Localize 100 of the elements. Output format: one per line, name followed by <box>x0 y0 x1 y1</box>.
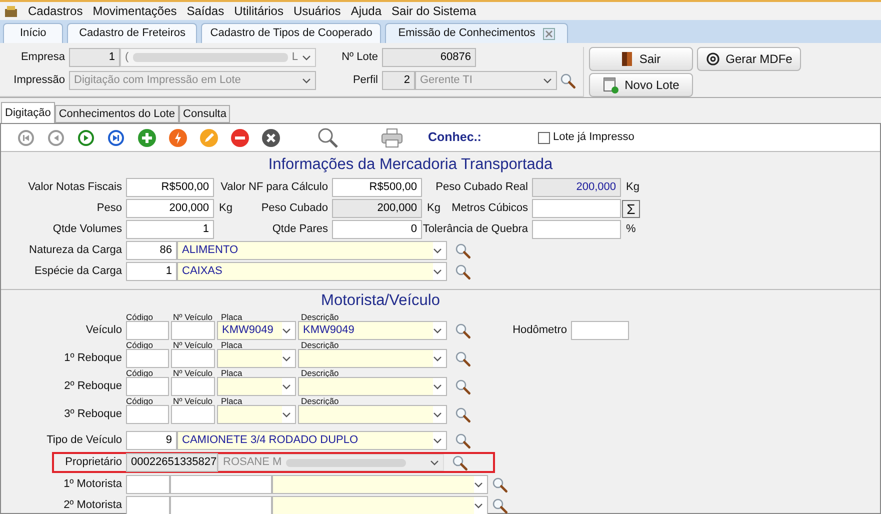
next-record-icon[interactable] <box>78 130 94 146</box>
close-icon[interactable] <box>260 128 280 148</box>
tab[interactable]: Conhecimentos do Lote <box>54 105 180 123</box>
search-icon[interactable] <box>560 72 576 88</box>
search-icon[interactable] <box>455 264 471 280</box>
tab[interactable]: Cadastro de Tipos de Cooperado <box>201 23 382 43</box>
dropdown-field[interactable]: ALIMENTO <box>177 241 447 260</box>
field-label: 3º Reboque <box>64 407 122 422</box>
tab[interactable]: Digitação <box>1 102 55 123</box>
record-label: Conhec.: <box>428 129 482 146</box>
input-field[interactable] <box>126 349 169 368</box>
sum-button[interactable]: Σ <box>622 200 640 218</box>
tab[interactable]: Início <box>3 23 64 43</box>
input-field[interactable] <box>126 405 169 424</box>
input-field[interactable]: 9 <box>126 431 177 450</box>
search-icon[interactable] <box>492 476 508 492</box>
input-field[interactable] <box>126 321 169 340</box>
checkbox[interactable] <box>538 132 550 144</box>
search-icon[interactable] <box>455 322 471 338</box>
input-field[interactable]: 86 <box>126 241 177 260</box>
search-icon[interactable] <box>455 378 471 394</box>
input-field[interactable]: 1 <box>126 220 214 239</box>
close-icon[interactable] <box>543 28 556 40</box>
chevron-icon <box>433 438 442 444</box>
toolbar-button[interactable]: Gerar MDFe <box>697 47 801 71</box>
dropdown-field[interactable] <box>298 405 447 424</box>
input-field[interactable] <box>532 220 621 239</box>
chevron-icon <box>474 502 483 508</box>
menu-item[interactable]: Usuários <box>293 2 341 20</box>
toolbar-button[interactable]: Novo Lote <box>589 73 693 97</box>
chevron-icon <box>282 412 291 418</box>
search-icon[interactable] <box>455 406 471 422</box>
input-field[interactable] <box>171 321 215 340</box>
dropdown-field[interactable]: CAMIONETE 3/4 RODADO DUPLO <box>177 431 447 450</box>
last-record-icon[interactable] <box>108 130 124 146</box>
search-icon[interactable] <box>455 350 471 366</box>
chevron-icon <box>282 328 291 334</box>
input-field[interactable] <box>571 321 629 340</box>
field-label: Empresa <box>20 50 65 66</box>
door-icon <box>621 51 634 67</box>
field-label: Metros Cúbicos <box>452 201 528 216</box>
menu-item[interactable]: Saídas <box>186 2 224 20</box>
menu-item[interactable]: Sair do Sistema <box>392 2 476 20</box>
input-field[interactable]: 0 <box>332 220 422 239</box>
menu-item[interactable]: Movimentações <box>92 2 177 20</box>
dropdown-field[interactable] <box>272 496 488 514</box>
search-icon[interactable] <box>492 498 508 514</box>
dropdown-field[interactable] <box>217 349 296 368</box>
input-field[interactable]: R$500,00 <box>126 178 214 197</box>
remove-icon[interactable] <box>230 128 250 148</box>
input-field[interactable]: 2 <box>382 71 415 90</box>
checkbox-label: Lote já Impresso <box>553 130 634 146</box>
input-field[interactable] <box>126 496 170 514</box>
field-label: Tipo de Veículo <box>46 433 122 448</box>
section-title: Motorista/Veículo <box>321 290 440 311</box>
input-field[interactable] <box>170 496 272 514</box>
tab[interactable]: Emissão de Conhecimentos <box>385 23 568 43</box>
search-icon[interactable] <box>317 126 339 148</box>
search-icon[interactable] <box>455 432 471 448</box>
input-field[interactable]: 200,000 <box>332 199 422 218</box>
tab[interactable]: Cadastro de Freteiros <box>67 23 198 43</box>
dropdown-field[interactable] <box>298 349 447 368</box>
menu-item[interactable]: Utilitários <box>234 2 284 20</box>
input-field[interactable] <box>171 349 215 368</box>
search-icon[interactable] <box>455 242 471 258</box>
pencil-icon[interactable] <box>198 128 218 148</box>
lightning-icon[interactable] <box>168 128 188 148</box>
dropdown-field[interactable]: ( L <box>120 48 316 67</box>
dropdown-field[interactable] <box>298 377 447 396</box>
menu-item[interactable]: Cadastros <box>28 2 83 20</box>
input-field[interactable] <box>171 405 215 424</box>
input-field[interactable] <box>126 377 169 396</box>
input-field[interactable]: R$500,00 <box>332 178 422 197</box>
dropdown-field[interactable] <box>217 377 296 396</box>
printer-icon[interactable] <box>381 128 403 148</box>
dropdown-field[interactable]: CAIXAS <box>177 262 447 281</box>
toolbar-button[interactable]: Sair <box>589 47 693 71</box>
dropdown-field[interactable]: KMW9049 <box>298 321 447 340</box>
dropdown-field[interactable]: KMW9049 <box>217 321 296 340</box>
input-field[interactable] <box>171 377 215 396</box>
add-icon[interactable] <box>136 128 156 148</box>
input-field[interactable] <box>532 199 621 218</box>
input-field[interactable]: 1 <box>126 262 177 281</box>
column-header: Nº Veículo <box>173 340 212 350</box>
column-header: Descrição <box>301 396 339 406</box>
menu-item[interactable]: Ajuda <box>350 2 382 20</box>
input-field[interactable] <box>170 475 272 494</box>
input-field[interactable]: 200,000 <box>532 178 621 197</box>
field-label: Espécie da Carga <box>34 264 122 280</box>
unit-label: Kg <box>626 180 640 196</box>
input-field[interactable]: 1 <box>69 48 120 67</box>
chevron-icon <box>302 78 311 84</box>
dropdown-field[interactable] <box>272 475 488 494</box>
tab[interactable]: Consulta <box>179 105 230 123</box>
field-label: 2º Motorista <box>64 498 122 514</box>
dropdown-field[interactable] <box>217 405 296 424</box>
input-field[interactable]: 60876 <box>382 48 476 67</box>
chevron-icon <box>433 384 442 390</box>
input-field[interactable]: 200,000 <box>126 199 214 218</box>
input-field[interactable] <box>126 475 170 494</box>
